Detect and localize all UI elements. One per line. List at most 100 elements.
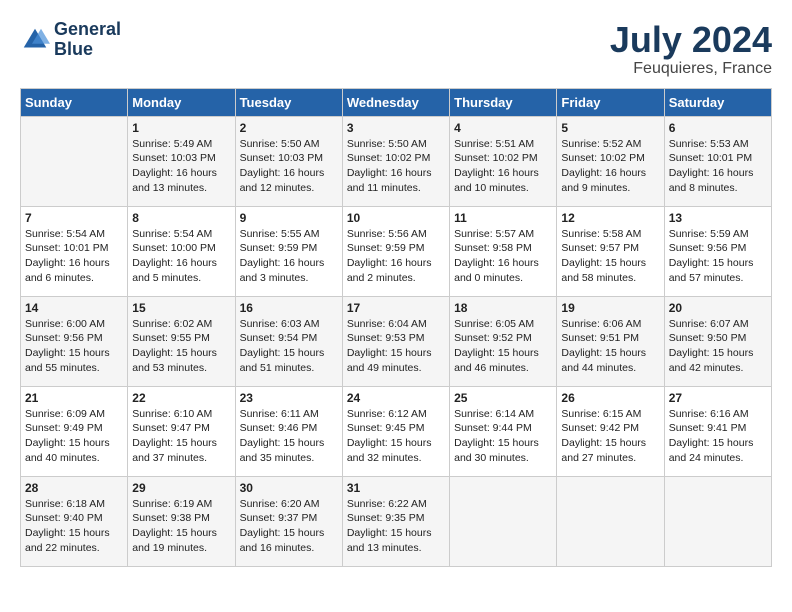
- day-info: Daylight: 15 hours: [347, 346, 445, 361]
- day-info: Sunset: 10:02 PM: [347, 151, 445, 166]
- day-info: and 37 minutes.: [132, 451, 230, 466]
- calendar-cell: 9Sunrise: 5:55 AMSunset: 9:59 PMDaylight…: [235, 206, 342, 296]
- day-number: 28: [25, 481, 123, 495]
- calendar-week-row: 14Sunrise: 6:00 AMSunset: 9:56 PMDayligh…: [21, 296, 772, 386]
- location-title: Feuquieres, France: [610, 60, 772, 78]
- day-info: Sunrise: 6:22 AM: [347, 497, 445, 512]
- day-info: and 51 minutes.: [240, 361, 338, 376]
- day-info: and 42 minutes.: [669, 361, 767, 376]
- calendar-body: 1Sunrise: 5:49 AMSunset: 10:03 PMDayligh…: [21, 116, 772, 566]
- day-number: 7: [25, 211, 123, 225]
- day-number: 19: [561, 301, 659, 315]
- calendar-cell: 11Sunrise: 5:57 AMSunset: 9:58 PMDayligh…: [450, 206, 557, 296]
- day-info: Daylight: 15 hours: [240, 526, 338, 541]
- day-info: Sunset: 9:42 PM: [561, 421, 659, 436]
- day-info: and 27 minutes.: [561, 451, 659, 466]
- day-info: Sunset: 9:46 PM: [240, 421, 338, 436]
- day-info: Daylight: 15 hours: [669, 346, 767, 361]
- day-info: Sunrise: 6:02 AM: [132, 317, 230, 332]
- day-info: Sunrise: 5:53 AM: [669, 137, 767, 152]
- calendar-cell: 3Sunrise: 5:50 AMSunset: 10:02 PMDayligh…: [342, 116, 449, 206]
- day-info: Sunrise: 6:19 AM: [132, 497, 230, 512]
- calendar-cell: 21Sunrise: 6:09 AMSunset: 9:49 PMDayligh…: [21, 386, 128, 476]
- weekday-header-row: SundayMondayTuesdayWednesdayThursdayFrid…: [21, 88, 772, 116]
- day-number: 14: [25, 301, 123, 315]
- calendar-cell: 26Sunrise: 6:15 AMSunset: 9:42 PMDayligh…: [557, 386, 664, 476]
- day-info: Sunrise: 6:16 AM: [669, 407, 767, 422]
- day-info: and 19 minutes.: [132, 541, 230, 556]
- calendar-cell: 30Sunrise: 6:20 AMSunset: 9:37 PMDayligh…: [235, 476, 342, 566]
- weekday-header-cell: Thursday: [450, 88, 557, 116]
- calendar-cell: 16Sunrise: 6:03 AMSunset: 9:54 PMDayligh…: [235, 296, 342, 386]
- day-info: Sunset: 10:02 PM: [454, 151, 552, 166]
- calendar-cell: 8Sunrise: 5:54 AMSunset: 10:00 PMDayligh…: [128, 206, 235, 296]
- logo: General Blue: [20, 20, 121, 60]
- day-info: Sunset: 9:37 PM: [240, 511, 338, 526]
- day-info: Sunset: 9:58 PM: [454, 241, 552, 256]
- calendar-cell: 25Sunrise: 6:14 AMSunset: 9:44 PMDayligh…: [450, 386, 557, 476]
- day-info: Sunrise: 6:18 AM: [25, 497, 123, 512]
- day-info: and 57 minutes.: [669, 271, 767, 286]
- day-info: Daylight: 15 hours: [240, 436, 338, 451]
- weekday-header-cell: Sunday: [21, 88, 128, 116]
- day-info: Sunrise: 5:54 AM: [132, 227, 230, 242]
- weekday-header-cell: Monday: [128, 88, 235, 116]
- day-info: Sunrise: 6:10 AM: [132, 407, 230, 422]
- day-number: 3: [347, 121, 445, 135]
- day-info: Sunset: 9:38 PM: [132, 511, 230, 526]
- weekday-header-cell: Saturday: [664, 88, 771, 116]
- weekday-header-cell: Friday: [557, 88, 664, 116]
- day-info: Daylight: 16 hours: [454, 256, 552, 271]
- day-info: Sunset: 10:03 PM: [240, 151, 338, 166]
- day-info: Sunrise: 5:56 AM: [347, 227, 445, 242]
- day-info: and 12 minutes.: [240, 181, 338, 196]
- day-number: 13: [669, 211, 767, 225]
- day-info: and 10 minutes.: [454, 181, 552, 196]
- logo-icon: [20, 25, 50, 55]
- calendar-cell: 27Sunrise: 6:16 AMSunset: 9:41 PMDayligh…: [664, 386, 771, 476]
- day-number: 6: [669, 121, 767, 135]
- day-info: and 53 minutes.: [132, 361, 230, 376]
- day-info: Daylight: 16 hours: [132, 166, 230, 181]
- day-info: Daylight: 16 hours: [240, 256, 338, 271]
- day-info: Daylight: 15 hours: [454, 436, 552, 451]
- day-info: Daylight: 16 hours: [669, 166, 767, 181]
- calendar-cell: 22Sunrise: 6:10 AMSunset: 9:47 PMDayligh…: [128, 386, 235, 476]
- day-number: 10: [347, 211, 445, 225]
- day-info: Sunrise: 6:06 AM: [561, 317, 659, 332]
- day-info: Sunset: 10:03 PM: [132, 151, 230, 166]
- calendar-cell: 29Sunrise: 6:19 AMSunset: 9:38 PMDayligh…: [128, 476, 235, 566]
- day-info: Daylight: 15 hours: [347, 436, 445, 451]
- day-info: Sunrise: 6:07 AM: [669, 317, 767, 332]
- day-info: Sunset: 9:54 PM: [240, 331, 338, 346]
- day-info: Sunrise: 5:50 AM: [347, 137, 445, 152]
- day-info: Sunset: 9:59 PM: [347, 241, 445, 256]
- day-info: Sunrise: 6:14 AM: [454, 407, 552, 422]
- calendar-cell: 31Sunrise: 6:22 AMSunset: 9:35 PMDayligh…: [342, 476, 449, 566]
- day-info: Daylight: 15 hours: [454, 346, 552, 361]
- day-info: Sunset: 9:55 PM: [132, 331, 230, 346]
- day-number: 25: [454, 391, 552, 405]
- day-info: Sunrise: 5:55 AM: [240, 227, 338, 242]
- day-info: and 5 minutes.: [132, 271, 230, 286]
- day-info: Daylight: 15 hours: [25, 346, 123, 361]
- calendar-week-row: 1Sunrise: 5:49 AMSunset: 10:03 PMDayligh…: [21, 116, 772, 206]
- day-info: and 2 minutes.: [347, 271, 445, 286]
- calendar-cell: 17Sunrise: 6:04 AMSunset: 9:53 PMDayligh…: [342, 296, 449, 386]
- day-info: and 30 minutes.: [454, 451, 552, 466]
- day-info: Sunset: 9:41 PM: [669, 421, 767, 436]
- day-info: Sunset: 9:45 PM: [347, 421, 445, 436]
- day-number: 17: [347, 301, 445, 315]
- calendar-cell: 18Sunrise: 6:05 AMSunset: 9:52 PMDayligh…: [450, 296, 557, 386]
- day-info: Daylight: 15 hours: [240, 346, 338, 361]
- day-info: and 32 minutes.: [347, 451, 445, 466]
- calendar-cell: 15Sunrise: 6:02 AMSunset: 9:55 PMDayligh…: [128, 296, 235, 386]
- day-info: Sunset: 10:02 PM: [561, 151, 659, 166]
- day-info: Sunrise: 6:09 AM: [25, 407, 123, 422]
- day-info: Sunset: 9:56 PM: [669, 241, 767, 256]
- day-number: 24: [347, 391, 445, 405]
- day-number: 11: [454, 211, 552, 225]
- day-info: and 55 minutes.: [25, 361, 123, 376]
- day-info: Sunrise: 6:03 AM: [240, 317, 338, 332]
- day-number: 15: [132, 301, 230, 315]
